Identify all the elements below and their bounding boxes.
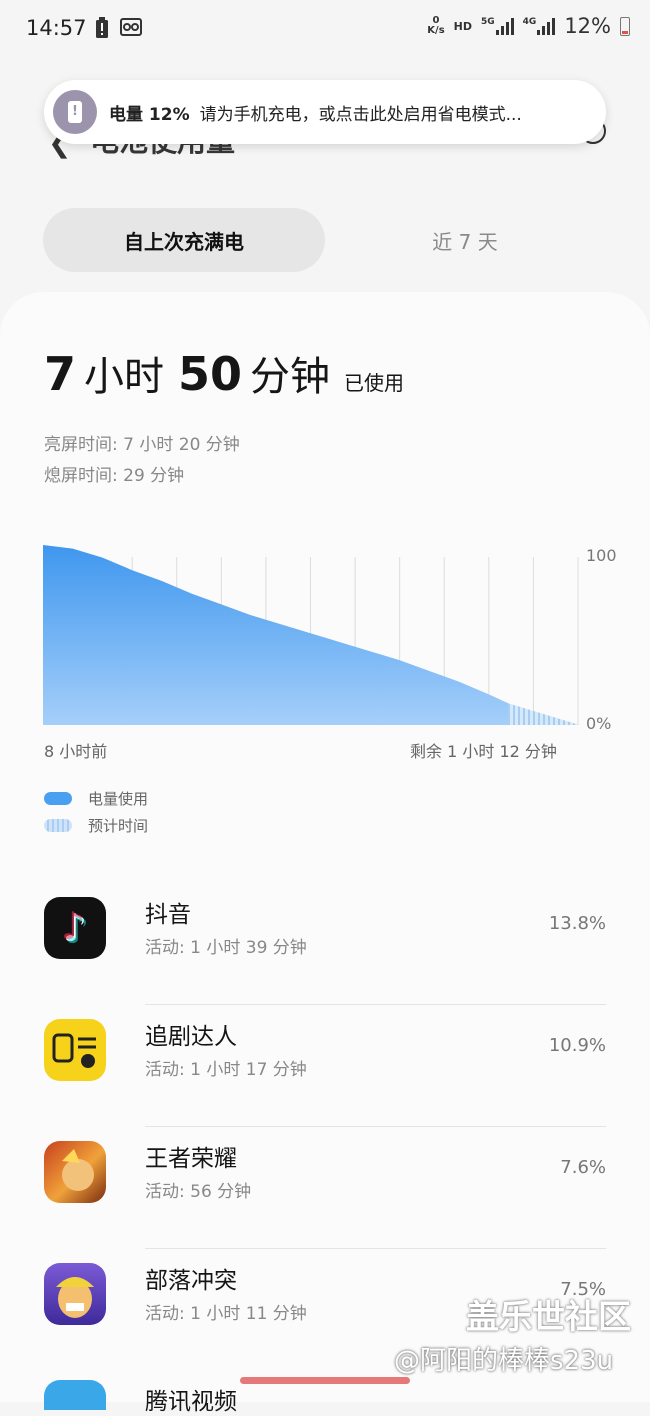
screen-on-time: 亮屏时间: 7 小时 20 分钟: [44, 435, 240, 455]
battery-usage-chart: [43, 545, 580, 725]
app-row-douyin[interactable]: ♪ ♪ ♪ 抖音 活动: 1 小时 39 分钟 13.8%: [0, 883, 650, 1005]
y-axis-bottom-label: 0%: [586, 714, 612, 733]
tab-last-7-days[interactable]: 近 7 天: [324, 208, 606, 272]
legend-predicted-swatch: [44, 819, 72, 832]
zhuiju-icon: [44, 1019, 106, 1081]
low-battery-notification[interactable]: ! 电量 12% 请为手机充电，或点击此处启用省电模式...: [44, 80, 606, 144]
app-row-zhuiju[interactable]: 追剧达人 活动: 1 小时 17 分钟 10.9%: [0, 1005, 650, 1127]
alert-battery-icon: [96, 17, 108, 38]
hd-indicator: HD: [453, 19, 472, 33]
douyin-icon: ♪ ♪ ♪: [44, 897, 106, 959]
y-axis-top-label: 100: [586, 546, 617, 565]
x-axis-right-label: 剩余 1 小时 12 分钟: [410, 742, 557, 761]
app-percent: 7.6%: [560, 1157, 606, 1178]
legend-predicted: 预计时间: [44, 815, 148, 836]
voicemail-icon: [120, 18, 142, 36]
wangzhe-icon: [44, 1141, 106, 1203]
legend-usage: 电量使用: [44, 788, 148, 809]
predicted-area: [508, 703, 580, 725]
app-name: 王者荣耀: [145, 1146, 237, 1172]
app-name: 追剧达人: [145, 1024, 237, 1050]
app-activity: 活动: 1 小时 11 分钟: [145, 1304, 307, 1324]
legend-usage-swatch: [44, 792, 72, 805]
watermark-community: 盖乐世社区: [466, 1297, 631, 1336]
tencent-video-icon: [44, 1380, 106, 1410]
watermark-author: @阿阳的棒棒s23u: [394, 1346, 614, 1376]
notification-text: 电量 12% 请为手机充电，或点击此处启用省电模式...: [109, 104, 522, 125]
usage-total: 7 小时 50 分钟 已使用: [44, 347, 405, 401]
app-activity: 活动: 56 分钟: [145, 1182, 252, 1202]
network-speed: 0 K/s: [427, 15, 445, 36]
app-activity: 活动: 1 小时 17 分钟: [145, 1060, 307, 1080]
battery-alert-icon: !: [53, 90, 97, 134]
battery-percent: 12%: [564, 14, 611, 38]
battery-icon: [620, 16, 630, 36]
app-activity: 活动: 1 小时 39 分钟: [145, 938, 307, 958]
tab-since-full-charge[interactable]: 自上次充满电: [43, 208, 325, 272]
home-indicator[interactable]: [240, 1377, 410, 1384]
svg-text:♪: ♪: [65, 908, 89, 952]
app-row-wangzhe[interactable]: 王者荣耀 活动: 56 分钟 7.6%: [0, 1127, 650, 1249]
sim2-signal-icon: 4G: [523, 17, 556, 35]
x-axis-left-label: 8 小时前: [44, 742, 108, 761]
app-name: 部落冲突: [145, 1268, 237, 1294]
app-percent: 13.8%: [548, 913, 606, 934]
sim1-signal-icon: 5G: [481, 17, 514, 35]
clash-icon: [44, 1263, 106, 1325]
usage-area: [43, 545, 509, 725]
app-percent: 10.9%: [548, 1035, 606, 1056]
app-name: 抖音: [145, 902, 191, 928]
status-time: 14:57: [26, 16, 87, 40]
screen-off-time: 熄屏时间: 29 分钟: [44, 466, 185, 486]
status-bar: 14:57 0 K/s HD 5G 4G 12%: [0, 0, 650, 58]
app-name-partial[interactable]: 腾讯视频: [145, 1382, 237, 1416]
status-icons: 0 K/s HD 5G 4G 12%: [427, 14, 630, 38]
